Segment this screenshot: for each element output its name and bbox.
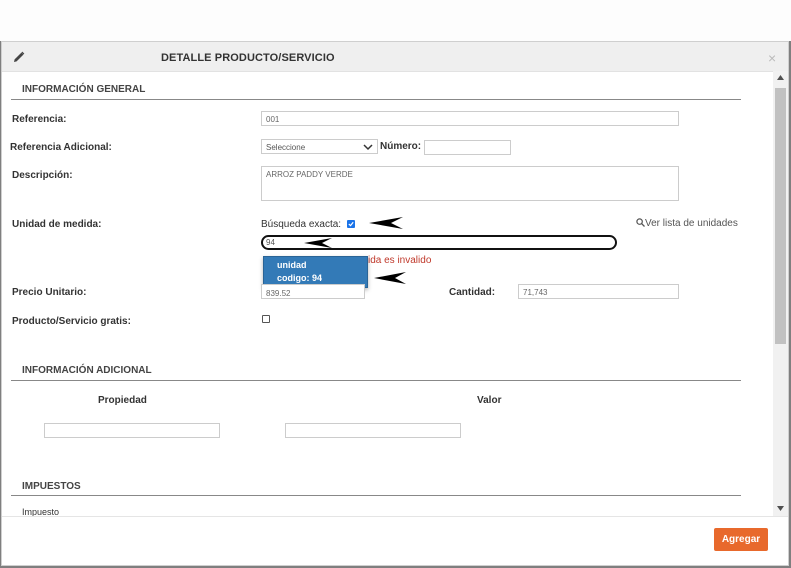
numero-label: Número:: [380, 141, 422, 152]
option-name: unidad: [277, 260, 307, 270]
valor-input[interactable]: [285, 423, 461, 438]
precio-input[interactable]: 839.52: [261, 284, 365, 299]
gratis-checkbox[interactable]: [262, 315, 270, 323]
cantidad-input[interactable]: 71,743: [518, 284, 679, 299]
cantidad-label: Cantidad:: [449, 287, 496, 298]
arrow-pointer-icon: [304, 238, 332, 248]
descripcion-label: Descripción:: [12, 170, 73, 181]
chevron-down-icon: [363, 144, 373, 151]
referencia-label: Referencia:: [12, 114, 67, 125]
scroll-up-icon[interactable]: [777, 75, 784, 80]
section-taxes-title: IMPUESTOS: [22, 481, 81, 492]
scroll-down-icon[interactable]: [777, 506, 784, 511]
ref-adicional-select[interactable]: Seleccione: [261, 139, 378, 154]
gratis-label: Producto/Servicio gratis:: [12, 316, 131, 327]
section-general-title: INFORMACIÓN GENERAL: [22, 84, 146, 95]
numero-input[interactable]: [424, 140, 511, 155]
ver-lista-label: Ver lista de unidades: [645, 218, 738, 229]
descripcion-textarea[interactable]: ARROZ PADDY VERDE: [261, 166, 679, 201]
check-icon: [348, 221, 354, 227]
unidad-search-value: 94: [266, 238, 275, 247]
section-additional-title: INFORMACIÓN ADICIONAL: [22, 365, 152, 376]
modal-title: DETALLE PRODUCTO/SERVICIO: [161, 52, 335, 64]
section-divider: [11, 495, 741, 496]
agregar-button[interactable]: Agregar: [714, 528, 768, 551]
product-detail-modal: DETALLE PRODUCTO/SERVICIO × INFORMACIÓN …: [1, 41, 789, 566]
modal-header: DETALLE PRODUCTO/SERVICIO ×: [2, 42, 788, 72]
scrollbar-thumb[interactable]: [775, 88, 786, 344]
ref-adicional-label: Referencia Adicional:: [10, 142, 112, 153]
arrow-pointer-icon: [369, 217, 403, 229]
ref-adicional-selected-value: Seleccione: [266, 143, 306, 152]
ver-lista-link[interactable]: Ver lista de unidades: [636, 218, 738, 229]
unidad-error-message: ida es invalido: [368, 255, 432, 266]
pencil-icon: [14, 51, 25, 62]
modal-footer: Agregar: [2, 516, 788, 565]
section-divider: [11, 380, 741, 381]
precio-label: Precio Unitario:: [12, 287, 87, 298]
page-background-top: [0, 0, 791, 41]
arrow-pointer-icon: [374, 272, 406, 284]
propiedad-input[interactable]: [44, 423, 220, 438]
busqueda-exacta-label: Búsqueda exacta:: [261, 219, 342, 230]
unidad-label: Unidad de medida:: [12, 219, 102, 230]
referencia-input[interactable]: 001: [261, 111, 679, 126]
close-button[interactable]: ×: [768, 50, 776, 66]
search-icon: [636, 218, 645, 227]
option-code: codigo: 94: [277, 273, 323, 283]
col-valor-header: Valor: [477, 395, 502, 406]
modal-scrollbar[interactable]: [773, 71, 788, 516]
col-propiedad-header: Propiedad: [98, 395, 147, 406]
section-divider: [11, 99, 741, 100]
busqueda-exacta-checkbox[interactable]: [347, 220, 355, 228]
